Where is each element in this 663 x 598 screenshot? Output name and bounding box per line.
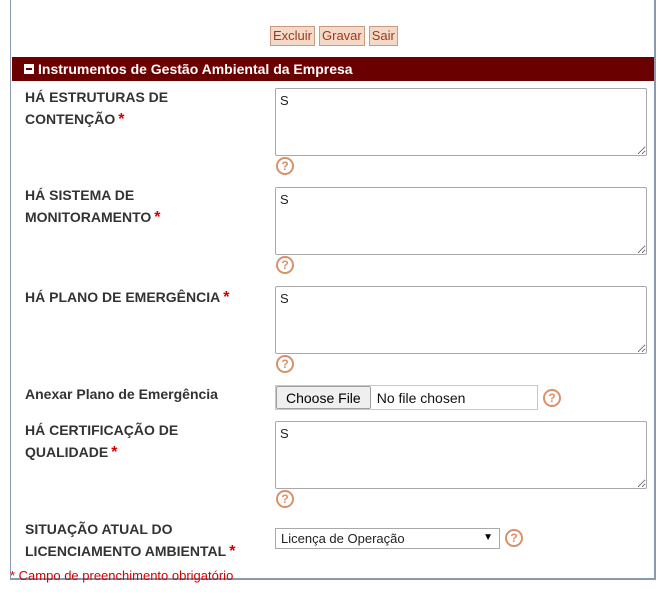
- emergency-label: HÁ PLANO DE EMERGÊNCIA *: [25, 289, 230, 306]
- help-icon[interactable]: ?: [276, 355, 294, 373]
- certification-label: HÁ CERTIFICAÇÃO DE QUALIDADE *: [25, 422, 179, 461]
- attach-label: Anexar Plano de Emergência: [25, 386, 218, 402]
- collapse-icon[interactable]: [24, 64, 34, 74]
- exit-button[interactable]: Sair: [368, 26, 398, 46]
- required-marker: *: [154, 209, 161, 226]
- emergency-field[interactable]: S: [275, 286, 647, 354]
- required-marker: *: [229, 543, 236, 560]
- section-header[interactable]: Instrumentos de Gestão Ambiental da Empr…: [12, 57, 654, 81]
- help-icon[interactable]: ?: [276, 490, 294, 508]
- required-marker: *: [223, 289, 230, 306]
- certification-field[interactable]: S: [275, 421, 647, 489]
- containment-field[interactable]: S: [275, 88, 647, 156]
- required-footnote: * Campo de preenchimento obrigatório: [10, 568, 234, 583]
- licensing-select[interactable]: Licença de Operação ▼: [275, 528, 500, 549]
- choose-file-button[interactable]: Choose File: [276, 386, 371, 409]
- required-marker: *: [111, 444, 118, 461]
- help-icon[interactable]: ?: [276, 157, 294, 175]
- chevron-down-icon: ▼: [483, 532, 493, 543]
- help-icon[interactable]: ?: [543, 389, 561, 407]
- toolbar: Excluir Gravar Sair: [270, 26, 398, 46]
- section-title: Instrumentos de Gestão Ambiental da Empr…: [38, 61, 353, 77]
- monitoring-field[interactable]: S: [275, 187, 647, 255]
- required-marker: *: [118, 111, 125, 128]
- file-input[interactable]: Choose File No file chosen: [275, 385, 538, 410]
- licensing-label: SITUAÇÃO ATUAL DO LICENCIAMENTO AMBIENTA…: [25, 521, 236, 560]
- file-status: No file chosen: [376, 389, 466, 406]
- save-button[interactable]: Gravar: [319, 26, 365, 46]
- monitoring-label: HÁ SISTEMA DE MONITORAMENTO *: [25, 187, 161, 226]
- delete-button[interactable]: Excluir: [270, 26, 316, 46]
- help-icon[interactable]: ?: [276, 256, 294, 274]
- help-icon[interactable]: ?: [505, 529, 523, 547]
- containment-label: HÁ ESTRUTURAS DE CONTENÇÃO *: [25, 89, 169, 128]
